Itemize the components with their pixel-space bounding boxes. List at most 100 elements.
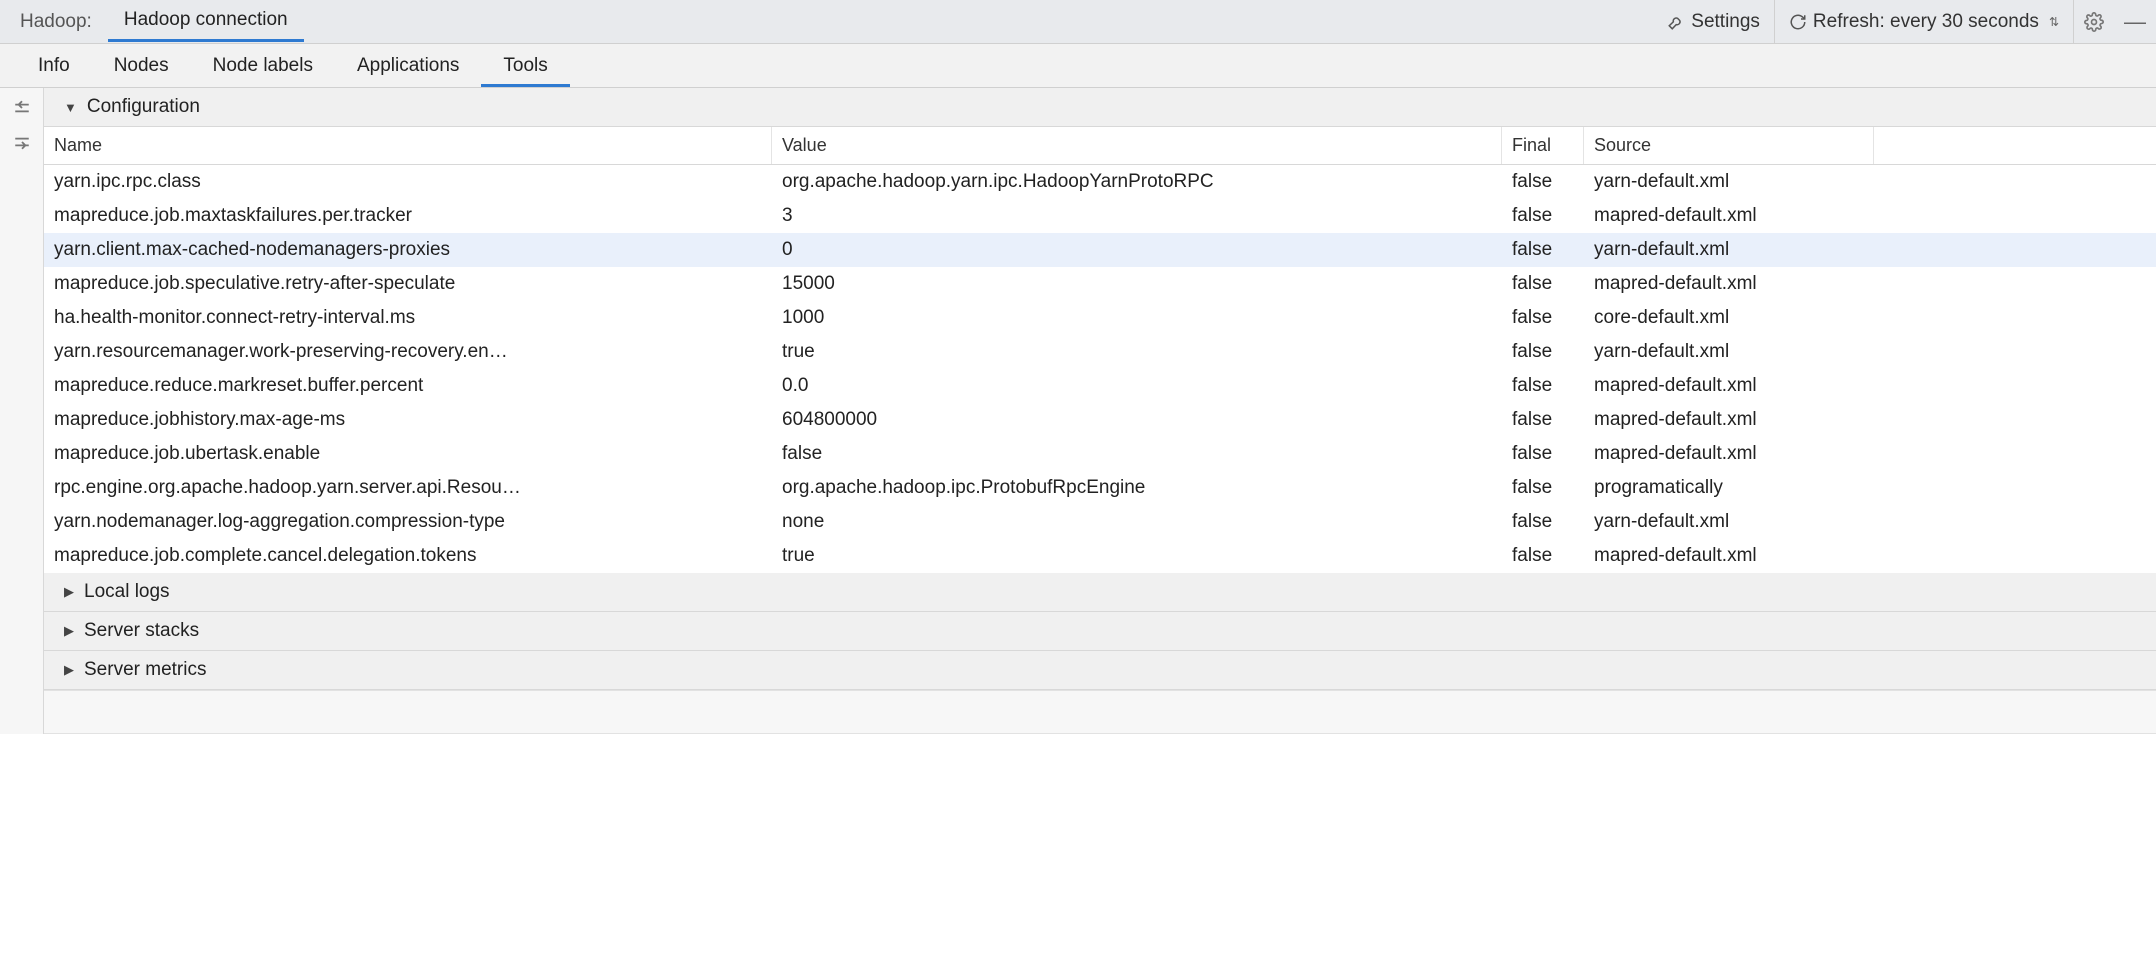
cell-value: 3 xyxy=(772,199,1502,233)
cell-final: false xyxy=(1502,301,1584,335)
expand-all-icon[interactable] xyxy=(10,98,34,118)
settings-label: Settings xyxy=(1691,11,1760,33)
chevron-right-icon: ▶ xyxy=(64,662,74,678)
table-body: yarn.ipc.rpc.classorg.apache.hadoop.yarn… xyxy=(44,165,2156,573)
col-source[interactable]: Source xyxy=(1584,127,1874,164)
table-row[interactable]: mapreduce.job.speculative.retry-after-sp… xyxy=(44,267,2156,301)
chevron-down-icon: ▼ xyxy=(64,100,77,115)
cell-source: programatically xyxy=(1584,471,1874,505)
cell-source: mapred-default.xml xyxy=(1584,437,1874,471)
table-row[interactable]: mapreduce.job.maxtaskfailures.per.tracke… xyxy=(44,199,2156,233)
cell-source: yarn-default.xml xyxy=(1584,505,1874,539)
cell-value: 0.0 xyxy=(772,369,1502,403)
cell-name: yarn.resourcemanager.work-preserving-rec… xyxy=(44,335,772,369)
minimize-button[interactable]: — xyxy=(2114,9,2156,35)
cell-source: mapred-default.xml xyxy=(1584,199,1874,233)
cell-value: none xyxy=(772,505,1502,539)
cell-final: false xyxy=(1502,199,1584,233)
cell-final: false xyxy=(1502,471,1584,505)
cell-source: mapred-default.xml xyxy=(1584,539,1874,573)
cell-source: mapred-default.xml xyxy=(1584,267,1874,301)
cell-value: org.apache.hadoop.ipc.ProtobufRpcEngine xyxy=(772,471,1502,505)
cell-value: 15000 xyxy=(772,267,1502,301)
section-configuration[interactable]: ▼ Configuration xyxy=(44,88,2156,127)
refresh-icon xyxy=(1789,13,1807,31)
section-title: Server stacks xyxy=(84,620,199,642)
wrench-icon xyxy=(1667,13,1685,31)
col-name[interactable]: Name xyxy=(44,127,772,164)
cell-final: false xyxy=(1502,505,1584,539)
section-title: Configuration xyxy=(87,96,200,118)
tab-tools[interactable]: Tools xyxy=(481,45,569,87)
cell-name: mapreduce.job.complete.cancel.delegation… xyxy=(44,539,772,573)
cell-final: false xyxy=(1502,233,1584,267)
tab-applications[interactable]: Applications xyxy=(335,45,481,87)
cell-value: 0 xyxy=(772,233,1502,267)
cell-name: yarn.ipc.rpc.class xyxy=(44,165,772,199)
table-row[interactable]: yarn.nodemanager.log-aggregation.compres… xyxy=(44,505,2156,539)
connection-tab[interactable]: Hadoop connection xyxy=(108,1,304,42)
cell-value: 1000 xyxy=(772,301,1502,335)
cell-source: core-default.xml xyxy=(1584,301,1874,335)
cell-name: yarn.client.max-cached-nodemanagers-prox… xyxy=(44,233,772,267)
cell-value: 604800000 xyxy=(772,403,1502,437)
refresh-button[interactable]: Refresh: every 30 seconds ⇅ xyxy=(1774,0,2073,44)
section-local-logs[interactable]: ▶ Local logs xyxy=(44,573,2156,612)
cell-final: false xyxy=(1502,267,1584,301)
section-title: Local logs xyxy=(84,581,170,603)
table-row[interactable]: yarn.ipc.rpc.classorg.apache.hadoop.yarn… xyxy=(44,165,2156,199)
cell-final: false xyxy=(1502,539,1584,573)
cell-name: mapreduce.reduce.markreset.buffer.percen… xyxy=(44,369,772,403)
title-bar: Hadoop: Hadoop connection Settings Refre… xyxy=(0,0,2156,44)
cell-name: mapreduce.jobhistory.max-age-ms xyxy=(44,403,772,437)
cell-name: yarn.nodemanager.log-aggregation.compres… xyxy=(44,505,772,539)
tab-nodes[interactable]: Nodes xyxy=(92,45,191,87)
collapse-all-icon[interactable] xyxy=(10,132,34,152)
app-label: Hadoop: xyxy=(10,11,102,33)
table-row[interactable]: mapreduce.reduce.markreset.buffer.percen… xyxy=(44,369,2156,403)
table-row[interactable]: mapreduce.job.ubertask.enablefalsefalsem… xyxy=(44,437,2156,471)
settings-gear-button[interactable] xyxy=(2073,0,2114,44)
cell-final: false xyxy=(1502,165,1584,199)
col-final[interactable]: Final xyxy=(1502,127,1584,164)
cell-name: ha.health-monitor.connect-retry-interval… xyxy=(44,301,772,335)
settings-button[interactable]: Settings xyxy=(1653,0,1774,44)
table-row[interactable]: yarn.client.max-cached-nodemanagers-prox… xyxy=(44,233,2156,267)
cell-source: mapred-default.xml xyxy=(1584,403,1874,437)
tab-info[interactable]: Info xyxy=(16,45,92,87)
table-row[interactable]: mapreduce.jobhistory.max-age-ms604800000… xyxy=(44,403,2156,437)
table-row[interactable]: yarn.resourcemanager.work-preserving-rec… xyxy=(44,335,2156,369)
section-server-stacks[interactable]: ▶ Server stacks xyxy=(44,612,2156,651)
cell-final: false xyxy=(1502,437,1584,471)
cell-source: yarn-default.xml xyxy=(1584,233,1874,267)
cell-final: false xyxy=(1502,369,1584,403)
cell-final: false xyxy=(1502,403,1584,437)
cell-value: true xyxy=(772,539,1502,573)
section-server-metrics[interactable]: ▶ Server metrics xyxy=(44,651,2156,690)
cell-source: mapred-default.xml xyxy=(1584,369,1874,403)
tab-node-labels[interactable]: Node labels xyxy=(191,45,335,87)
cell-source: yarn-default.xml xyxy=(1584,165,1874,199)
gear-icon xyxy=(2084,12,2104,32)
empty-section xyxy=(44,690,2156,734)
table-row[interactable]: rpc.engine.org.apache.hadoop.yarn.server… xyxy=(44,471,2156,505)
cell-source: yarn-default.xml xyxy=(1584,335,1874,369)
cell-name: mapreduce.job.maxtaskfailures.per.tracke… xyxy=(44,199,772,233)
main-panel: ▼ Configuration Name Value Final Source … xyxy=(44,88,2156,734)
side-gutter xyxy=(0,88,44,734)
cell-name: rpc.engine.org.apache.hadoop.yarn.server… xyxy=(44,471,772,505)
table-row[interactable]: mapreduce.job.complete.cancel.delegation… xyxy=(44,539,2156,573)
sub-tab-bar: Info Nodes Node labels Applications Tool… xyxy=(0,44,2156,88)
col-value[interactable]: Value xyxy=(772,127,1502,164)
cell-value: true xyxy=(772,335,1502,369)
dropdown-caret-icon: ⇅ xyxy=(2049,15,2059,29)
table-header: Name Value Final Source xyxy=(44,127,2156,165)
section-title: Server metrics xyxy=(84,659,206,681)
chevron-right-icon: ▶ xyxy=(64,623,74,639)
refresh-label: Refresh: every 30 seconds xyxy=(1813,11,2039,33)
table-row[interactable]: ha.health-monitor.connect-retry-interval… xyxy=(44,301,2156,335)
cell-value: false xyxy=(772,437,1502,471)
cell-final: false xyxy=(1502,335,1584,369)
cell-name: mapreduce.job.speculative.retry-after-sp… xyxy=(44,267,772,301)
chevron-right-icon: ▶ xyxy=(64,584,74,600)
